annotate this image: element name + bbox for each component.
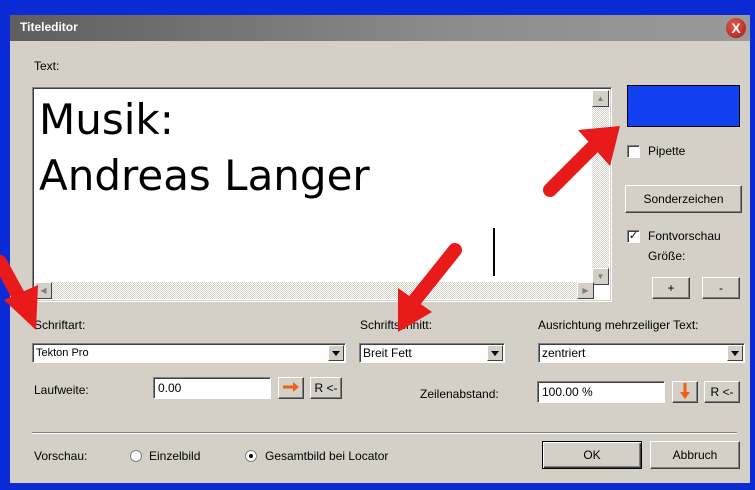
ausrichtung-select[interactable]: zentriert (538, 343, 745, 363)
pipette-checkbox[interactable] (627, 145, 640, 158)
laufweite-reset-button[interactable]: R <- (310, 377, 342, 399)
fontvorschau-checkbox[interactable]: ✓ (627, 230, 640, 243)
arrow-down-icon (680, 383, 690, 399)
size-decrease-button[interactable]: - (702, 277, 740, 299)
window-title: Titeleditor (20, 20, 78, 34)
scroll-left-button[interactable]: ◀ (35, 282, 52, 299)
zeilenabstand-reset-button[interactable]: R <- (704, 381, 740, 403)
chevron-down-icon[interactable] (727, 345, 743, 361)
schriftart-select[interactable]: Tekton Pro (32, 343, 346, 363)
zeilenabstand-input[interactable]: 100.00 % (537, 381, 665, 403)
title-bar: Titeleditor X (10, 15, 750, 41)
gesamtbild-radio[interactable] (245, 450, 257, 462)
vorschau-label: Vorschau: (34, 449, 88, 463)
chevron-down-icon[interactable] (487, 345, 503, 361)
ok-button[interactable]: OK (542, 441, 642, 469)
close-button[interactable]: X (726, 18, 746, 38)
einzelbild-radio[interactable] (130, 450, 142, 462)
scroll-right-button[interactable]: ▶ (577, 282, 594, 299)
gesamtbild-label: Gesamtbild bei Locator (265, 449, 389, 463)
title-editor-window: Titeleditor X Text: Musik: Andreas Lange… (10, 15, 750, 483)
laufweite-input[interactable]: 0.00 (153, 377, 271, 399)
abbruch-button[interactable]: Abbruch (650, 441, 740, 469)
pipette-label: Pipette (648, 144, 686, 158)
laufweite-arrow-button[interactable] (278, 377, 304, 399)
arrow-right-icon (283, 382, 299, 392)
title-text-editor[interactable]: Musik: Andreas Langer ▲ ▼ ◀ ▶ (32, 87, 612, 302)
chevron-down-icon[interactable] (328, 345, 344, 361)
text-label: Text: (34, 59, 60, 73)
vertical-scrollbar[interactable]: ▲ ▼ (592, 90, 609, 285)
schriftart-value: Tekton Pro (36, 347, 89, 359)
sonderzeichen-button[interactable]: Sonderzeichen (625, 185, 742, 213)
zeilenabstand-arrow-button[interactable] (672, 381, 698, 403)
horizontal-scrollbar[interactable]: ◀ ▶ (35, 282, 594, 299)
fontvorschau-label: Fontvorschau (648, 229, 721, 243)
text-color-swatch[interactable] (627, 85, 740, 127)
scroll-up-button[interactable]: ▲ (592, 90, 609, 107)
groesse-label: Größe: (648, 249, 686, 263)
schriftschnitt-label: Schriftschnitt: (360, 318, 433, 332)
schriftschnitt-select[interactable]: Breit Fett (359, 343, 505, 363)
schriftart-label: Schriftart: (34, 318, 86, 332)
text-caret (493, 228, 495, 276)
einzelbild-label: Einzelbild (149, 449, 201, 463)
laufweite-label: Laufweite: (34, 383, 89, 397)
ausrichtung-value: zentriert (542, 346, 586, 360)
ausrichtung-label: Ausrichtung mehrzeiliger Text: (538, 318, 699, 332)
size-increase-button[interactable]: + (652, 277, 690, 299)
editor-content: Musik: Andreas Langer (39, 95, 370, 200)
schriftschnitt-value: Breit Fett (363, 346, 412, 360)
divider (32, 432, 737, 434)
zeilenabstand-label: Zeilenabstand: (420, 387, 499, 401)
scroll-down-button[interactable]: ▼ (592, 268, 609, 285)
